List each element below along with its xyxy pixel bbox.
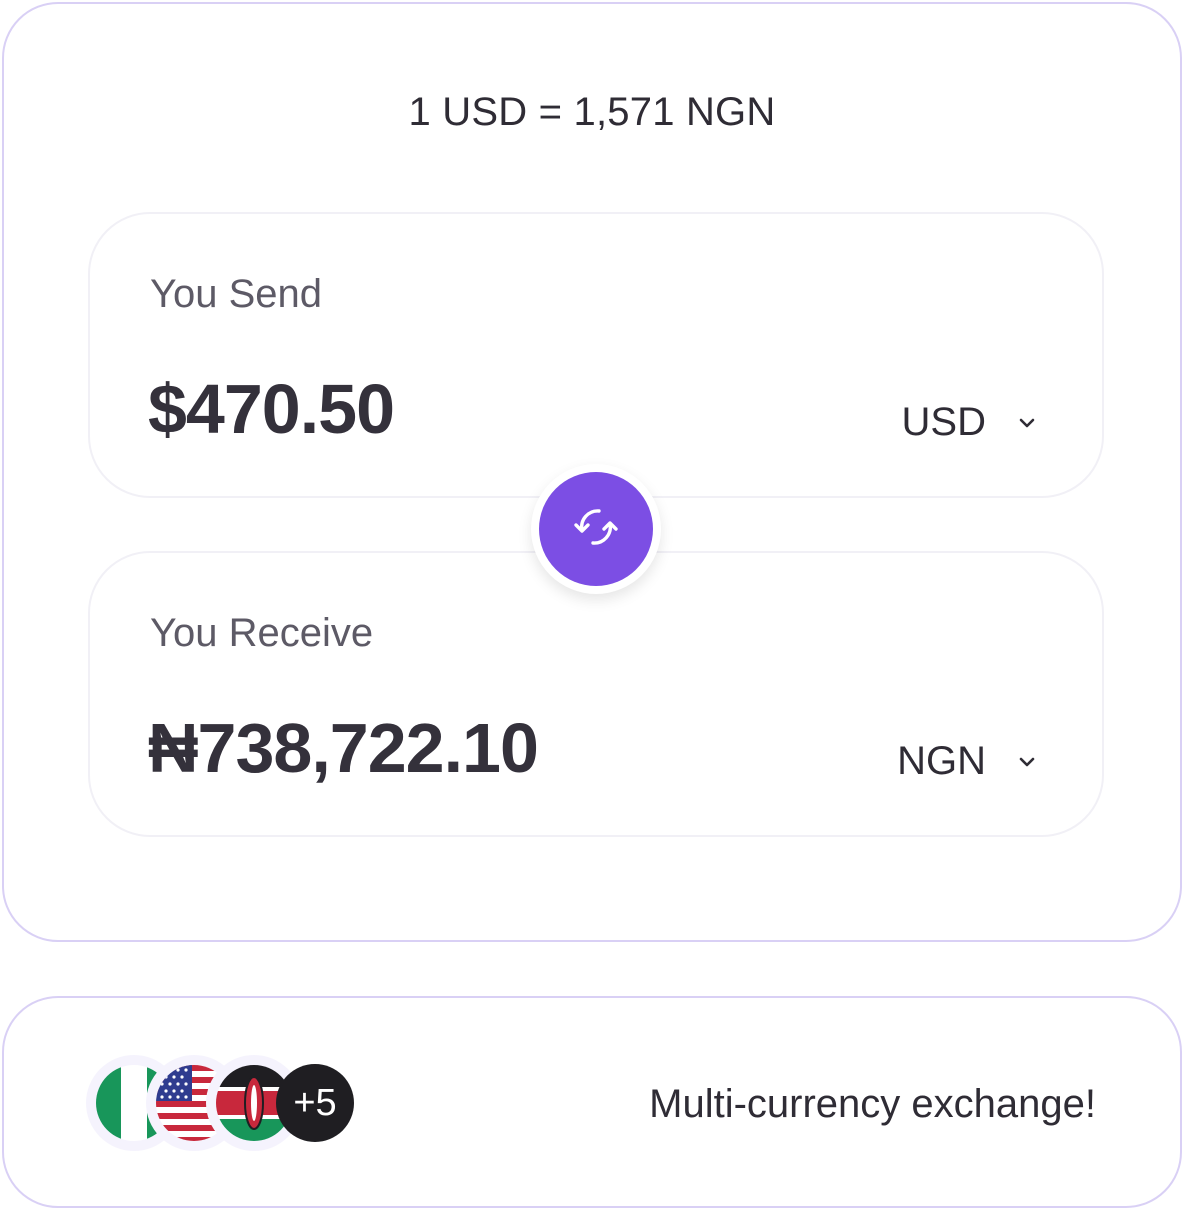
receive-label: You Receive bbox=[150, 611, 374, 655]
receive-currency-code: NGN bbox=[897, 739, 986, 783]
exchange-rate-text: 1 USD = 1,571 NGN bbox=[408, 90, 776, 134]
receive-amount-value[interactable]: ₦738,722.10 bbox=[148, 708, 539, 788]
swap-currencies-button[interactable] bbox=[539, 472, 653, 586]
chevron-down-icon bbox=[1016, 751, 1038, 773]
more-currencies-badge[interactable]: +5 bbox=[276, 1064, 354, 1142]
swap-button-halo bbox=[531, 464, 661, 594]
multi-currency-tagline: Multi-currency exchange! bbox=[649, 1082, 1096, 1126]
send-currency-select[interactable]: USD bbox=[902, 400, 1038, 445]
receive-currency-select[interactable]: NGN bbox=[897, 739, 1038, 784]
send-currency-code: USD bbox=[901, 400, 986, 444]
swap-refresh-icon bbox=[569, 500, 623, 559]
send-amount-input[interactable]: $470.50 bbox=[148, 369, 395, 449]
currency-flags: +5 bbox=[86, 1055, 376, 1151]
chevron-down-icon bbox=[1016, 412, 1038, 434]
send-panel[interactable]: You Send $470.50 USD bbox=[88, 212, 1104, 498]
currency-converter-card: 1 USD = 1,571 NGN You Send $470.50 USD Y… bbox=[2, 2, 1182, 942]
send-label: You Send bbox=[150, 272, 323, 316]
multi-currency-card: +5 Multi-currency exchange! bbox=[2, 996, 1182, 1208]
